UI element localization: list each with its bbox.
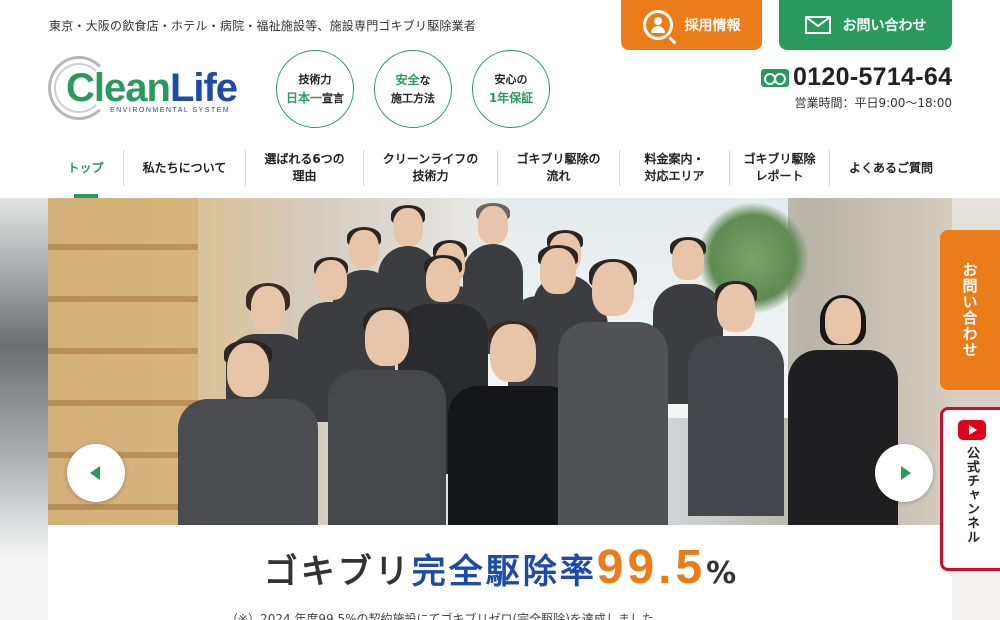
mail-icon (804, 16, 831, 34)
slider-next-button[interactable] (875, 444, 933, 502)
nav-pricing[interactable]: 料金案内・ 対応エリア (620, 150, 730, 186)
side-contact-tab[interactable]: お問い合わせ (940, 230, 1000, 390)
staff-member (688, 281, 784, 516)
nav-technology[interactable]: クリーンライフの 技術力 (364, 150, 498, 186)
staff-member (328, 307, 446, 525)
phone-number[interactable]: 0120-5714-64 (761, 63, 952, 92)
hero-team-photo (48, 198, 952, 525)
nav-reasons[interactable]: 選ばれる6つの 理由 (246, 150, 364, 186)
site-logo[interactable]: CleanLife ENVIRONMENTAL SYSTEM (48, 56, 238, 122)
chevron-left-icon (89, 466, 100, 480)
hero-headline: ゴキブリ完全駆除率99.5% (263, 541, 737, 594)
recruit-button[interactable]: 採用情報 (621, 0, 762, 50)
site-tagline: 東京・大阪の飲食店・ホテル・病院・福祉施設等、施設専門ゴキブリ駆除業者 (49, 19, 477, 33)
recruit-label: 採用情報 (684, 18, 741, 34)
nav-top[interactable]: トップ (48, 150, 124, 198)
global-nav: トップ 私たちについて 選ばれる6つの 理由 クリーンライフの 技術力 ゴキブリ駆除… (48, 150, 952, 198)
youtube-label: 公式チャンネル (964, 446, 979, 544)
nav-about[interactable]: 私たちについて (124, 150, 246, 186)
slider-prev-button[interactable] (67, 444, 125, 502)
nav-flow[interactable]: ゴキブリ駆除の 流れ (498, 150, 620, 186)
contact-button[interactable]: お問い合わせ (779, 0, 952, 50)
badge-warranty: 安心の 1年保証 (472, 50, 550, 128)
nav-reports[interactable]: ゴキブリ駆除 レポート (730, 150, 830, 186)
badge-technology: 技術力 日本一宣言 (276, 50, 354, 128)
chevron-right-icon (900, 466, 911, 480)
badge-safety: 安全な 施工方法 (374, 50, 452, 128)
contact-label: お問い合わせ (842, 18, 927, 34)
staff-member (178, 340, 318, 525)
hero-footnote: （※）2024 年度99.5%の契約施設にてゴキブリゼロ(完全駆除)を達成しまし… (226, 612, 666, 620)
youtube-icon (957, 420, 986, 440)
freedial-icon (761, 68, 789, 87)
hero-backdrop-left (0, 198, 48, 620)
team-photo-caption (48, 523, 952, 525)
staff-member (558, 259, 668, 525)
nav-faq[interactable]: よくあるご質問 (830, 150, 952, 186)
person-search-icon (642, 10, 673, 40)
business-hours: 営業時間：平日9:00〜18:00 (794, 96, 952, 110)
